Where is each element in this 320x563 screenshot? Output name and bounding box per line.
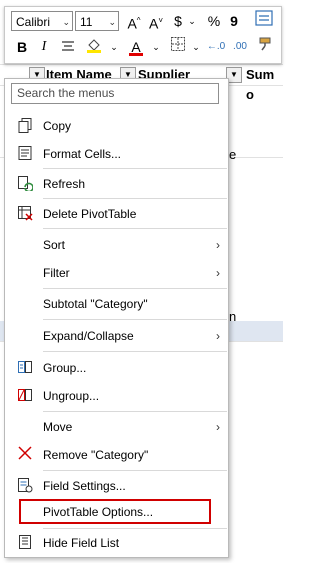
decrease-decimal-icon[interactable]: .00 <box>229 36 251 58</box>
font-name-value: Calibri <box>16 15 51 29</box>
menu-item-label: Filter <box>43 266 70 280</box>
font-color-button[interactable]: A <box>125 36 147 58</box>
column-header-sum[interactable]: Sum o <box>246 65 283 102</box>
menu-divider <box>43 198 227 199</box>
field-list-icon <box>16 534 34 552</box>
menu-item-move[interactable]: Move › <box>5 413 228 441</box>
refresh-icon <box>16 175 34 193</box>
chevron-right-icon: › <box>216 420 220 434</box>
group-icon <box>16 359 34 377</box>
chevron-down-icon: ⌄ <box>62 17 70 27</box>
font-size-value: 11 <box>80 15 93 29</box>
menu-item-label: Sort <box>43 238 66 252</box>
font-color-bar <box>129 53 143 56</box>
copy-icon <box>16 117 34 135</box>
menu-item-format-cells[interactable]: Format Cells... <box>5 140 228 168</box>
increase-decimal-icon[interactable]: ←.0 <box>205 36 227 58</box>
menu-divider <box>43 470 227 471</box>
menu-item-label: Expand/Collapse <box>43 329 134 343</box>
chevron-down-icon[interactable]: ⌄ <box>103 36 125 58</box>
chevron-down-icon[interactable]: ⌄ <box>181 10 203 32</box>
menu-item-label: Field Settings... <box>43 479 126 493</box>
chevron-down-icon[interactable]: ⌄ <box>185 36 207 58</box>
format-painter-icon[interactable] <box>255 36 277 58</box>
remove-x-icon <box>16 446 34 464</box>
menu-item-ungroup[interactable]: Ungroup... <box>5 382 228 410</box>
format-cells-icon <box>16 145 34 163</box>
menu-item-remove-category[interactable]: Remove "Category" <box>5 441 228 469</box>
menu-item-delete-pivottable[interactable]: Delete PivotTable <box>5 200 228 228</box>
chevron-right-icon: › <box>216 238 220 252</box>
menu-item-label: Hide Field List <box>43 536 120 550</box>
decrease-font-size-button[interactable]: A˅ <box>145 10 167 32</box>
menu-item-hide-field-list[interactable]: Hide Field List <box>5 529 228 557</box>
menu-item-expand-collapse[interactable]: Expand/Collapse › <box>5 322 228 350</box>
menu-item-group[interactable]: Group... <box>5 354 228 382</box>
font-size-select[interactable]: 11 ⌄ <box>75 11 119 31</box>
menu-divider <box>43 288 227 289</box>
fill-color-button[interactable] <box>83 36 105 58</box>
menu-item-filter[interactable]: Filter › <box>5 259 228 287</box>
mini-toolbar: Calibri ⌄ 11 ⌄ A^ A˅ $ ⌄ % 9 B I ⌄ A ⌄ ⌄… <box>4 6 282 64</box>
percent-style-button[interactable]: % <box>203 10 225 32</box>
menu-item-label: Move <box>43 420 73 434</box>
ungroup-icon <box>16 387 34 405</box>
menu-divider <box>43 351 227 352</box>
chevron-right-icon: › <box>216 329 220 343</box>
menu-item-label: Group... <box>43 361 87 375</box>
menu-item-label: Format Cells... <box>43 147 122 161</box>
menu-item-subtotal[interactable]: Subtotal "Category" <box>5 290 228 318</box>
menu-divider <box>43 228 227 229</box>
wrap-format-icon[interactable] <box>253 10 275 32</box>
menu-item-label: Copy <box>43 119 72 133</box>
comma-style-button[interactable]: 9 <box>223 10 245 32</box>
menu-divider <box>43 168 227 169</box>
chevron-down-icon[interactable]: ⌄ <box>145 36 167 58</box>
search-menus-input[interactable]: Search the menus <box>11 83 219 104</box>
cell-fragment: e <box>229 147 237 162</box>
menu-item-field-settings[interactable]: Field Settings... <box>5 472 228 500</box>
bold-button[interactable]: B <box>11 36 33 58</box>
italic-button[interactable]: I <box>33 36 55 58</box>
menu-item-label: Remove "Category" <box>43 448 149 462</box>
align-center-icon[interactable] <box>57 36 79 58</box>
highlight-box <box>19 499 211 524</box>
chevron-right-icon: › <box>216 266 220 280</box>
menu-item-label: Ungroup... <box>43 389 100 403</box>
cell-fragment: n <box>229 309 237 324</box>
menu-item-label: Refresh <box>43 177 86 191</box>
menu-item-refresh[interactable]: Refresh <box>5 170 228 198</box>
menu-item-label: Delete PivotTable <box>43 207 137 221</box>
context-menu: Search the menus Copy Format Cells... Re… <box>4 78 229 558</box>
font-name-select[interactable]: Calibri ⌄ <box>11 11 73 31</box>
increase-font-size-button[interactable]: A^ <box>123 10 145 32</box>
menu-item-copy[interactable]: Copy <box>5 112 228 140</box>
field-settings-icon <box>16 477 34 495</box>
menu-item-sort[interactable]: Sort › <box>5 231 228 259</box>
menu-divider <box>43 411 227 412</box>
delete-pivottable-icon <box>16 205 34 223</box>
chevron-down-icon: ⌄ <box>108 17 116 27</box>
menu-divider <box>43 319 227 320</box>
menu-item-label: Subtotal "Category" <box>43 297 148 311</box>
